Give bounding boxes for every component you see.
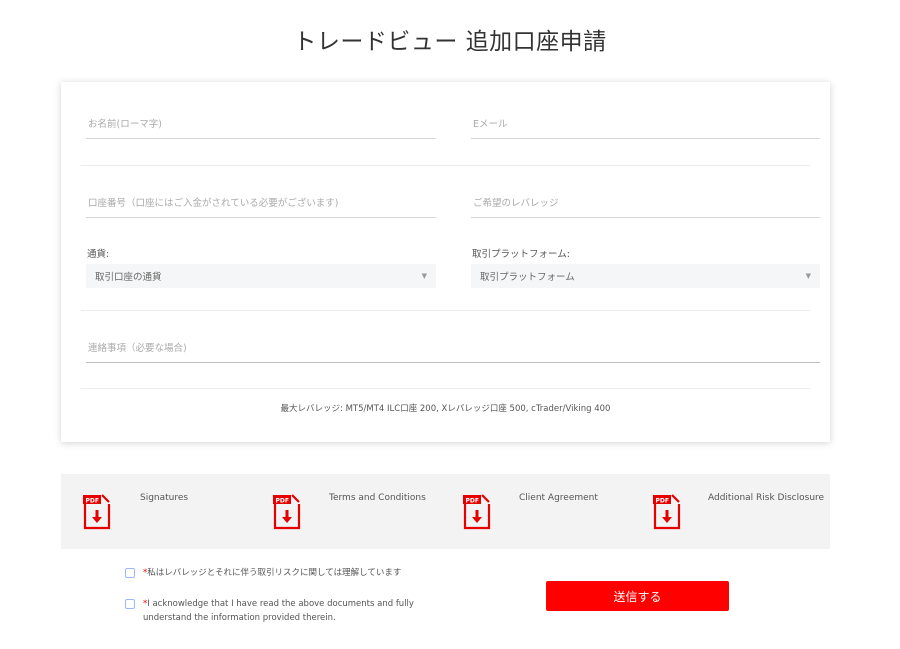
acknowledge-text: *I acknowledge that I have read the abov… xyxy=(143,597,418,625)
name-field[interactable] xyxy=(86,112,436,139)
document-additional-risk-disclosure[interactable]: PDF Additional Risk Disclosure xyxy=(631,474,830,549)
acknowledge-consent-row: *I acknowledge that I have read the abov… xyxy=(125,597,418,625)
leverage-field[interactable] xyxy=(471,191,820,218)
divider xyxy=(81,310,810,311)
leverage-input[interactable] xyxy=(471,196,820,218)
max-leverage-note: 最大レバレッジ: MT5/MT4 ILC口座 200, Xレバレッジ口座 500… xyxy=(280,404,611,414)
svg-text:PDF: PDF xyxy=(276,498,289,505)
pdf-download-icon: PDF xyxy=(83,494,111,530)
pdf-download-icon: PDF xyxy=(653,494,681,530)
document-terms-and-conditions[interactable]: PDF Terms and Conditions xyxy=(251,474,441,549)
caret-down-icon: ▼ xyxy=(805,272,811,280)
caret-down-icon: ▼ xyxy=(421,272,427,280)
svg-text:PDF: PDF xyxy=(466,498,479,505)
document-label: Terms and Conditions xyxy=(329,493,426,503)
pdf-download-icon: PDF xyxy=(273,494,301,530)
svg-text:PDF: PDF xyxy=(656,498,669,505)
risk-consent-checkbox[interactable] xyxy=(125,568,135,578)
document-label: Additional Risk Disclosure xyxy=(708,493,825,503)
submit-button[interactable]: 送信する xyxy=(546,581,729,611)
pdf-download-icon: PDF xyxy=(463,494,491,530)
document-signatures[interactable]: PDF Signatures xyxy=(61,474,251,549)
risk-consent-row: *私はレバレッジとそれに伴う取引リスクに関しては理解しています xyxy=(125,566,418,580)
platform-select-value: 取引プラットフォーム xyxy=(480,272,575,283)
currency-select-value: 取引口座の通貨 xyxy=(95,272,162,283)
notes-input[interactable] xyxy=(86,341,820,363)
email-input[interactable] xyxy=(471,117,820,139)
platform-select[interactable]: 取引プラットフォーム ▼ xyxy=(471,264,820,288)
document-client-agreement[interactable]: PDF Client Agreement xyxy=(441,474,631,549)
document-label: Client Agreement xyxy=(519,493,598,503)
account-number-input[interactable] xyxy=(86,196,436,218)
email-field[interactable] xyxy=(471,112,820,139)
acknowledge-label: I acknowledge that I have read the above… xyxy=(143,599,414,623)
name-input[interactable] xyxy=(86,117,436,139)
notes-field[interactable] xyxy=(86,336,820,363)
documents-bar: PDF Signatures PDF Terms and Conditions … xyxy=(61,474,830,549)
acknowledge-checkbox[interactable] xyxy=(125,599,135,609)
application-form-card: 通貨: 取引口座の通貨 ▼ 取引プラットフォーム: 取引プラットフォーム ▼ 最… xyxy=(61,82,830,442)
divider xyxy=(81,165,810,166)
divider xyxy=(81,388,810,389)
risk-consent-text: *私はレバレッジとそれに伴う取引リスクに関しては理解しています xyxy=(143,566,418,580)
page-title: トレードビュー 追加口座申請 xyxy=(293,29,607,55)
currency-select[interactable]: 取引口座の通貨 ▼ xyxy=(86,264,436,288)
currency-label: 通貨: xyxy=(87,249,110,260)
document-label: Signatures xyxy=(140,493,189,503)
svg-text:PDF: PDF xyxy=(86,498,99,505)
account-number-field[interactable] xyxy=(86,191,436,218)
risk-consent-label: 私はレバレッジとそれに伴う取引リスクに関しては理解しています xyxy=(147,568,402,578)
platform-label: 取引プラットフォーム: xyxy=(472,249,570,260)
